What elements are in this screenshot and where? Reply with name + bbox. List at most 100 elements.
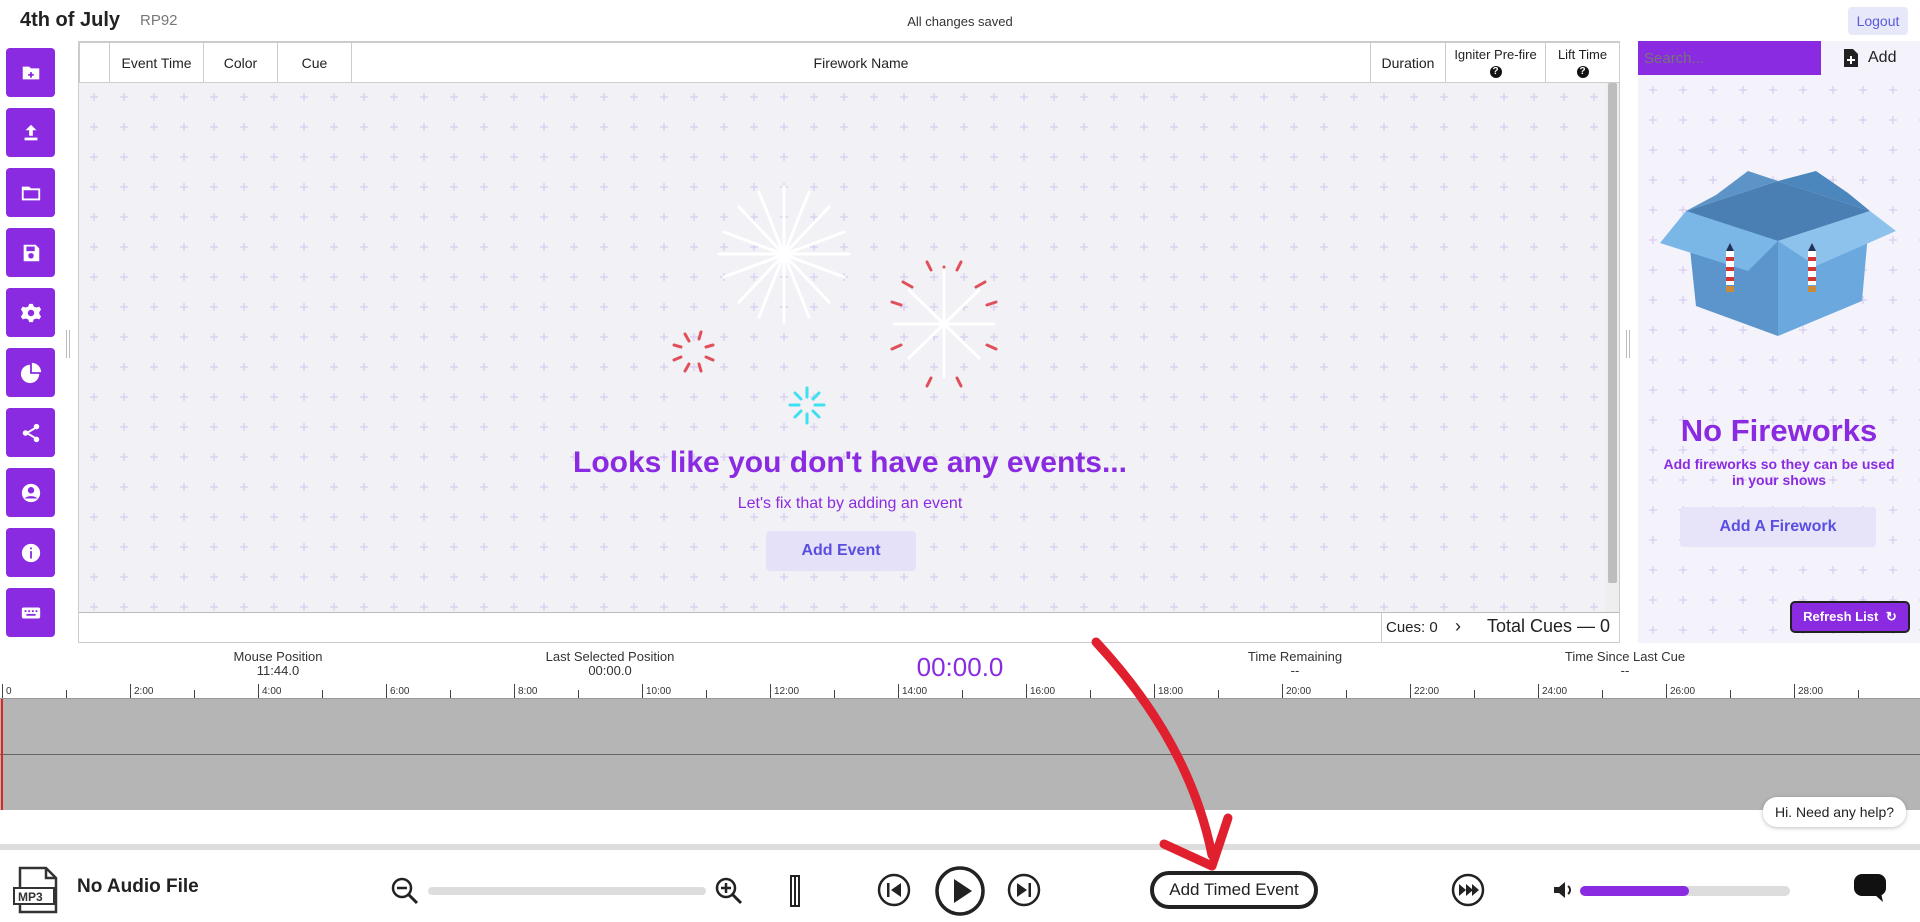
ruler-tick-label: 14:00 [902, 686, 928, 697]
keyboard-shortcuts-button[interactable] [6, 588, 55, 637]
audio-waveform-track[interactable] [0, 699, 1920, 810]
mouse-position-label: Mouse Position [233, 649, 323, 664]
total-cues: Total Cues — 0 [1487, 616, 1611, 636]
chat-button[interactable] [1840, 862, 1900, 914]
add-timed-event-button[interactable]: Add Timed Event [1150, 871, 1318, 909]
gear-icon [20, 303, 41, 322]
add-firework-button[interactable]: Add A Firework [1680, 507, 1876, 547]
top-bar: 4th of July RP92 All changes saved Logou… [0, 0, 1920, 42]
mp3-label: MP3 [18, 890, 43, 904]
ruler-minor-tick [450, 690, 451, 698]
ruler-major-tick [1794, 684, 1795, 698]
last-selected-label: Last Selected Position [545, 649, 675, 664]
left-resize-handle[interactable] [66, 330, 70, 358]
help-icon[interactable]: ? [1489, 66, 1502, 78]
keyboard-icon [21, 607, 40, 618]
column-duration[interactable]: Duration [1370, 42, 1446, 83]
empty-events-subtitle: Let's fix that by adding an event [737, 495, 963, 512]
ruler-major-tick [1538, 684, 1539, 698]
zoom-out-icon[interactable] [390, 876, 420, 906]
ruler-tick-label: 26:00 [1670, 686, 1696, 697]
pie-chart-icon [20, 362, 41, 383]
ruler-major-tick [258, 684, 259, 698]
ruler-major-tick [898, 684, 899, 698]
time-remaining-label: Time Remaining [1247, 649, 1343, 664]
events-table-header: Event Time Color Cue Firework Name Durat… [79, 42, 1619, 83]
settings-button[interactable] [6, 288, 55, 337]
open-folder-button[interactable] [6, 168, 55, 217]
upload-icon [24, 124, 37, 140]
mouse-position-value: 11:44.0 [256, 663, 300, 678]
chat-help-bubble[interactable]: Hi. Need any help? [1763, 797, 1906, 827]
column-igniter-prefire[interactable]: Igniter Pre-fire ? [1445, 42, 1546, 83]
ruler-minor-tick [1090, 690, 1091, 698]
ruler-minor-tick [706, 690, 707, 698]
column-cue[interactable]: Cue [277, 42, 352, 83]
ruler-major-tick [1154, 684, 1155, 698]
skip-back-icon[interactable] [876, 872, 912, 908]
skip-forward-icon[interactable] [1006, 872, 1042, 908]
events-footer: Cues: 0 › Total Cues — 0 [79, 612, 1619, 642]
play-icon[interactable] [934, 865, 986, 917]
ruler-major-tick [2, 684, 3, 698]
cues-count: Cues: 0 [1381, 613, 1442, 642]
audio-file-name: No Audio File [77, 876, 199, 897]
share-button[interactable] [6, 408, 55, 457]
ruler-minor-tick [1218, 690, 1219, 698]
ruler-minor-tick [962, 690, 963, 698]
ruler-minor-tick [1474, 690, 1475, 698]
select-column[interactable] [79, 42, 110, 83]
refresh-list-button[interactable]: Refresh List ↻ [1790, 601, 1910, 633]
column-firework-name[interactable]: Firework Name [351, 42, 1371, 83]
save-button[interactable] [6, 228, 55, 277]
ruler-tick-label: 18:00 [1158, 686, 1184, 697]
ruler-minor-tick [1346, 690, 1347, 698]
refresh-list-label: Refresh List [1803, 609, 1879, 624]
volume-level [1580, 886, 1690, 896]
events-panel: Event Time Color Cue Firework Name Durat… [78, 41, 1620, 643]
info-button[interactable] [6, 528, 55, 577]
time-since-last-cue-label: Time Since Last Cue [1564, 649, 1686, 664]
upload-button[interactable] [6, 108, 55, 157]
ruler-tick-label: 22:00 [1414, 686, 1440, 697]
fast-forward-icon[interactable] [1450, 872, 1486, 908]
ruler-major-tick [770, 684, 771, 698]
time-since-last-cue-stat: Time Since Last Cue -- [1555, 650, 1695, 678]
new-show-icon [22, 66, 39, 79]
volume-icon[interactable] [1552, 878, 1576, 902]
ruler-major-tick [1026, 684, 1027, 698]
ruler-tick-label: 24:00 [1542, 686, 1568, 697]
ruler-tick-label: 10:00 [646, 686, 672, 697]
events-scrollbar[interactable] [1605, 83, 1619, 623]
add-event-button[interactable]: Add Event [766, 531, 916, 571]
right-resize-handle[interactable] [1626, 330, 1630, 358]
help-icon[interactable]: ? [1576, 66, 1589, 78]
ruler-minor-tick [322, 690, 323, 698]
column-lift-time[interactable]: Lift Time ? [1545, 42, 1619, 83]
firework-search-input[interactable] [1638, 41, 1821, 75]
last-selected-stat: Last Selected Position 00:00.0 [530, 650, 690, 678]
zoom-in-icon[interactable] [714, 876, 744, 906]
share-icon [22, 423, 39, 442]
stats-button[interactable] [6, 348, 55, 397]
ruler-minor-tick [1730, 690, 1731, 698]
ruler-major-tick [642, 684, 643, 698]
snap-marker-icon[interactable] [786, 874, 804, 908]
logout-button[interactable]: Logout [1848, 7, 1908, 35]
time-since-last-cue-value: -- [1620, 663, 1630, 678]
last-selected-value: 00:00.0 [588, 663, 632, 678]
chevron-right-icon[interactable]: › [1455, 616, 1461, 637]
refresh-icon: ↻ [1885, 609, 1897, 624]
account-button[interactable] [6, 468, 55, 517]
column-color[interactable]: Color [203, 42, 278, 83]
column-event-time[interactable]: Event Time [109, 42, 204, 83]
add-firework-top-button[interactable]: Add [1844, 48, 1906, 68]
ruler-tick-label: 12:00 [774, 686, 800, 697]
zoom-slider[interactable] [428, 887, 706, 895]
new-show-button[interactable] [6, 48, 55, 97]
playhead[interactable] [1, 699, 3, 810]
mp3-file-icon[interactable]: MP3 [12, 864, 64, 916]
timeline-ruler[interactable]: 0 2:00 4:00 6:00 8:00 10:00 12:00 14:00 16:00 18:… [0, 679, 1920, 699]
ruler-tick-label: 2:00 [134, 686, 154, 697]
ruler-tick-label: 20:00 [1286, 686, 1312, 697]
